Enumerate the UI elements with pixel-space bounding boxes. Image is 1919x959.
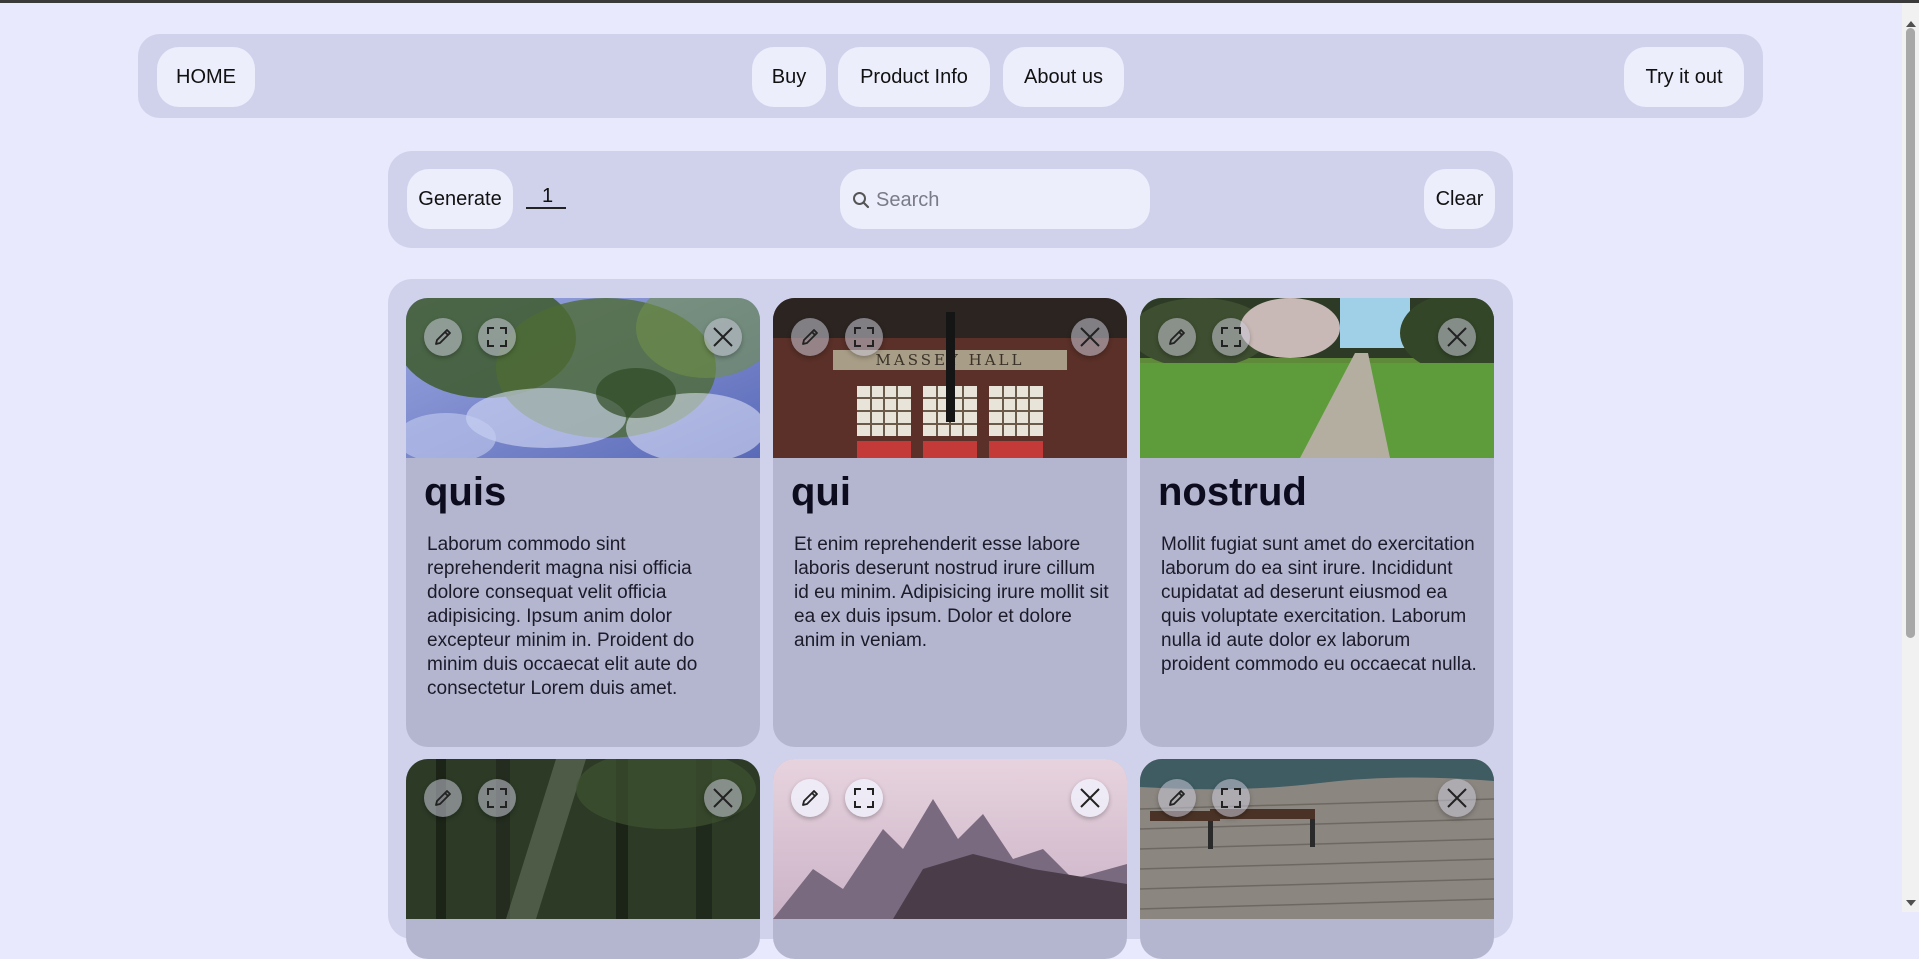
card-title: qui — [791, 470, 851, 514]
card — [406, 759, 760, 959]
edit-button[interactable] — [791, 318, 829, 356]
close-icon — [713, 327, 733, 347]
card-image — [1140, 298, 1494, 458]
close-icon — [1080, 788, 1100, 808]
card-image — [406, 298, 760, 458]
card-grid: quis Laborum commodo sint reprehenderit … — [388, 279, 1513, 959]
card-image: MASSEY HALL — [773, 298, 1127, 458]
edit-button[interactable] — [1158, 318, 1196, 356]
card-description: Laborum commodo sint reprehenderit magna… — [427, 534, 698, 699]
card: nostrud Mollit fugiat sunt amet do exerc… — [1140, 298, 1494, 747]
close-button[interactable] — [1438, 318, 1476, 356]
try-it-out-button[interactable]: Try it out — [1624, 47, 1744, 107]
close-icon — [713, 788, 733, 808]
card-image — [773, 759, 1127, 919]
close-button[interactable] — [704, 779, 742, 817]
close-button[interactable] — [1071, 318, 1109, 356]
card-toolbar: Generate Clear — [388, 151, 1513, 248]
top-navbar: HOME Buy Product Info About us Try it ou… — [138, 34, 1763, 118]
product-info-button[interactable]: Product Info — [838, 47, 990, 107]
card-description: Mollit fugiat sunt amet do exercitation … — [1161, 534, 1477, 675]
card — [1140, 759, 1494, 959]
fullscreen-icon — [1221, 788, 1241, 808]
fullscreen-icon — [854, 327, 874, 347]
clear-button[interactable]: Clear — [1424, 169, 1495, 229]
card-image — [1140, 759, 1494, 919]
pencil-icon — [435, 329, 451, 345]
close-icon — [1447, 788, 1467, 808]
scroll-up-arrow[interactable] — [1906, 21, 1916, 27]
edit-button[interactable] — [791, 779, 829, 817]
pencil-icon — [802, 329, 818, 345]
close-icon — [1447, 327, 1467, 347]
search-input[interactable] — [874, 169, 1138, 231]
card-description: Et enim reprehenderit esse labore labori… — [794, 534, 1109, 651]
card-title: quis — [424, 470, 507, 514]
fullscreen-button[interactable] — [845, 779, 883, 817]
card-image — [406, 759, 760, 919]
card-title: nostrud — [1158, 470, 1307, 514]
fullscreen-button[interactable] — [845, 318, 883, 356]
card — [773, 759, 1127, 959]
fullscreen-icon — [487, 327, 507, 347]
buy-button[interactable]: Buy — [752, 47, 826, 107]
card: quis Laborum commodo sint reprehenderit … — [406, 298, 760, 747]
vertical-scrollbar[interactable] — [1902, 3, 1919, 912]
fullscreen-icon — [854, 788, 874, 808]
fullscreen-button[interactable] — [1212, 779, 1250, 817]
generate-button[interactable]: Generate — [407, 169, 513, 229]
close-button[interactable] — [704, 318, 742, 356]
about-us-button[interactable]: About us — [1003, 47, 1124, 107]
edit-button[interactable] — [1158, 779, 1196, 817]
edit-button[interactable] — [424, 779, 462, 817]
generate-count-input[interactable] — [526, 185, 566, 209]
window-top-border — [0, 0, 1919, 3]
card: MASSEY HALL qui Et enim reprehenderit es… — [773, 298, 1127, 747]
fullscreen-button[interactable] — [1212, 318, 1250, 356]
close-icon — [1080, 327, 1100, 347]
pencil-icon — [1169, 790, 1185, 806]
scroll-down-arrow[interactable] — [1906, 900, 1916, 906]
edit-button[interactable] — [424, 318, 462, 356]
search-icon — [853, 192, 870, 209]
pencil-icon — [435, 790, 451, 806]
pencil-icon — [802, 790, 818, 806]
scrollbar-thumb[interactable] — [1906, 28, 1915, 638]
home-button[interactable]: HOME — [157, 47, 255, 107]
close-button[interactable] — [1071, 779, 1109, 817]
fullscreen-icon — [487, 788, 507, 808]
pencil-icon — [1169, 329, 1185, 345]
search-field[interactable] — [840, 169, 1150, 231]
fullscreen-icon — [1221, 327, 1241, 347]
close-button[interactable] — [1438, 779, 1476, 817]
fullscreen-button[interactable] — [478, 318, 516, 356]
fullscreen-button[interactable] — [478, 779, 516, 817]
